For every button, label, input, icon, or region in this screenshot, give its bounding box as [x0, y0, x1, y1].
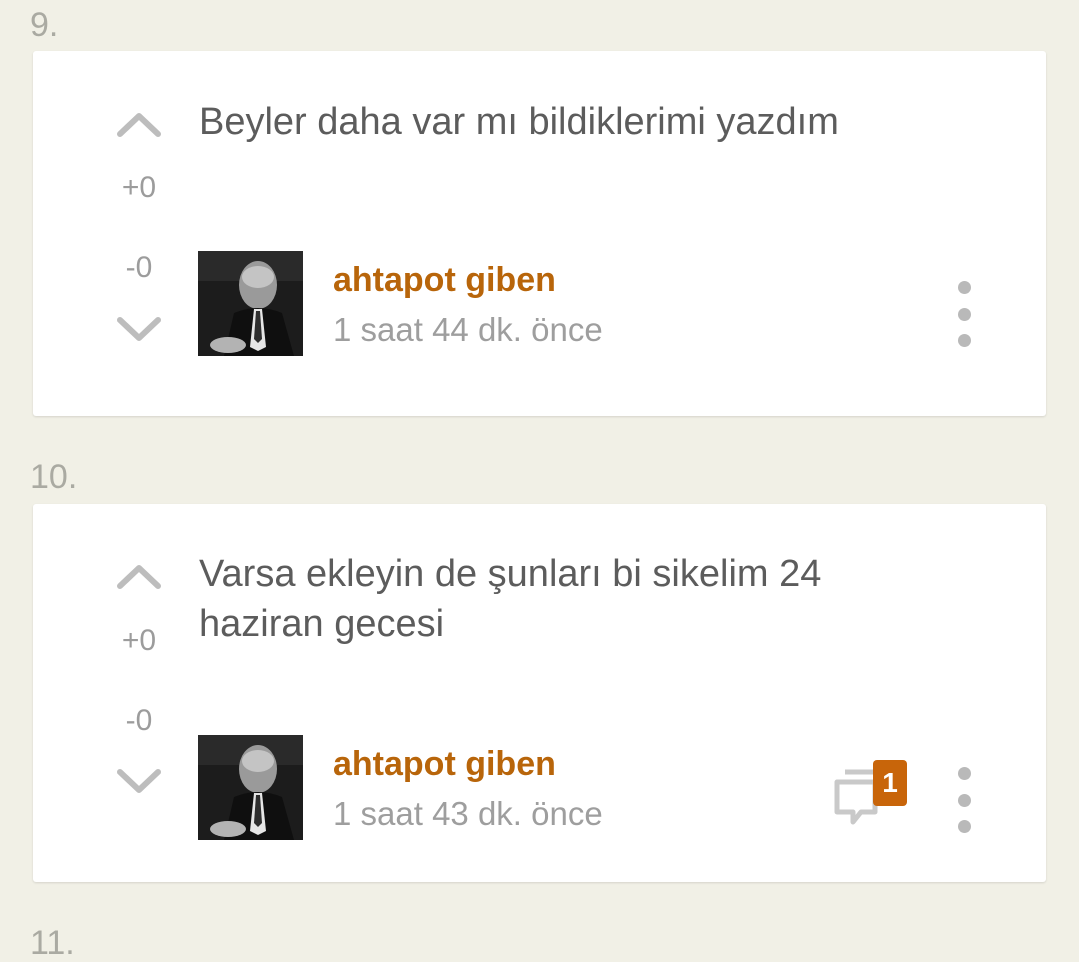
avatar-image — [198, 735, 303, 840]
entry-card: +0 -0 Beyler daha var mı bildiklerimi ya… — [33, 51, 1046, 416]
entry-number: 11. — [30, 924, 75, 962]
entry-timestamp[interactable]: 1 saat 44 dk. önce — [333, 313, 603, 346]
downvote-count: -0 — [125, 704, 153, 737]
entry-card: +0 -0 Varsa ekleyin de şunları bi sikeli… — [33, 504, 1046, 882]
vertical-dots-icon — [957, 307, 971, 321]
avatar[interactable] — [198, 735, 303, 840]
downvote-button[interactable] — [113, 767, 165, 797]
upvote-count: +0 — [121, 624, 157, 657]
entry-number: 10. — [30, 458, 78, 496]
vertical-dots-icon — [957, 334, 971, 347]
entry-timestamp[interactable]: 1 saat 43 dk. önce — [333, 797, 603, 830]
entry-text: Varsa ekleyin de şunları bi sikelim 24 h… — [199, 553, 822, 645]
entry-text: Beyler daha var mı bildiklerimi yazdım — [199, 101, 839, 143]
more-options-button[interactable] — [951, 767, 977, 833]
vertical-dots-icon — [957, 793, 971, 807]
vertical-dots-icon — [957, 767, 971, 780]
entry-number: 9. — [30, 6, 59, 44]
comment-count-badge: 1 — [873, 760, 907, 806]
author-link[interactable]: ahtapot giben — [333, 263, 556, 297]
downvote-button[interactable] — [113, 315, 165, 345]
downvote-count: -0 — [125, 251, 153, 284]
upvote-button[interactable] — [113, 109, 165, 139]
upvote-count: +0 — [121, 171, 157, 204]
chevron-up-icon — [117, 565, 161, 589]
vertical-dots-icon — [957, 820, 971, 833]
upvote-button[interactable] — [113, 561, 165, 591]
author-link[interactable]: ahtapot giben — [333, 747, 556, 781]
avatar-image — [198, 251, 303, 356]
chevron-down-icon — [117, 317, 161, 341]
avatar[interactable] — [198, 251, 303, 356]
comments-button[interactable]: 1 — [833, 760, 913, 830]
vertical-dots-icon — [957, 281, 971, 294]
chevron-up-icon — [117, 113, 161, 137]
chevron-down-icon — [117, 769, 161, 793]
more-options-button[interactable] — [951, 281, 977, 347]
